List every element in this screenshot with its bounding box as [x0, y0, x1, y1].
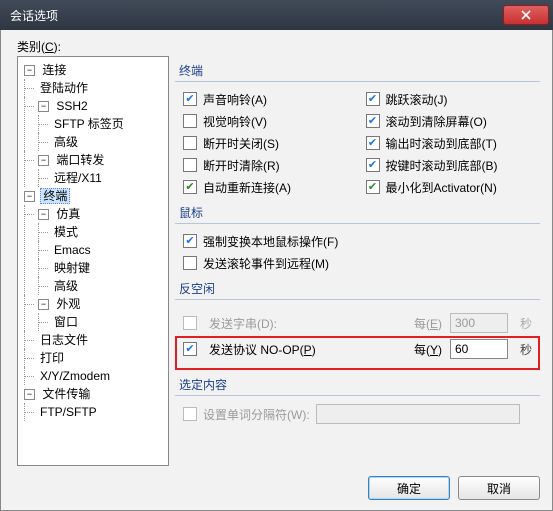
label-send-string: 发送字串(D): [209, 315, 277, 332]
tree-toggle[interactable]: − [38, 209, 49, 220]
checkbox-close-on-disconnect[interactable] [183, 136, 197, 150]
settings-panel: 终端 声音响铃(A) 视觉响铃(V) 断开时关闭(S) 断开时清除(R) 自动重… [175, 56, 540, 464]
label-minimize-activator: 最小化到Activator(N) [386, 179, 497, 196]
label-send-wheel-remote: 发送滚轮事件到远程(M) [203, 255, 329, 272]
tree-item-window[interactable]: 窗口 [52, 315, 80, 329]
checkbox-clear-on-disconnect[interactable] [183, 158, 197, 172]
category-label: 类别(C): [17, 38, 61, 55]
checkbox-minimize-activator[interactable] [366, 180, 380, 194]
tree-item-login-action[interactable]: 登陆动作 [38, 81, 90, 95]
unit-seconds: 秒 [520, 341, 532, 358]
group-selection-title: 选定内容 [179, 376, 540, 393]
group-anti-idle-title: 反空闲 [179, 280, 540, 297]
input-noop-interval[interactable] [450, 339, 508, 359]
label-every-e: 每(E) [414, 315, 442, 332]
cancel-button[interactable]: 取消 [458, 476, 540, 500]
ok-button[interactable]: 确定 [368, 476, 450, 500]
divider [175, 81, 540, 82]
tree-item-print[interactable]: 打印 [38, 351, 66, 365]
unit-seconds: 秒 [520, 315, 532, 332]
title-bar: 会话选项 [0, 0, 553, 30]
tree-toggle[interactable]: − [24, 191, 35, 202]
tree-item-port-forward[interactable]: 端口转发 [54, 153, 106, 167]
label-clear-on-disconnect: 断开时清除(R) [203, 157, 280, 174]
tree-toggle[interactable]: − [38, 155, 49, 166]
divider [175, 223, 540, 224]
tree-item-logfile[interactable]: 日志文件 [38, 333, 90, 347]
checkbox-send-wheel-remote[interactable] [183, 256, 197, 270]
tree-item-ftp-sftp[interactable]: FTP/SFTP [38, 405, 99, 419]
tree-item-keymap[interactable]: 映射键 [52, 261, 92, 275]
tree-item-mode[interactable]: 模式 [52, 225, 80, 239]
tree-item-remote-x11[interactable]: 远程/X11 [52, 171, 104, 185]
label-scroll-bottom-key: 按键时滚动到底部(B) [386, 157, 498, 174]
anti-idle-section: 发送字串(D): 每(E) 秒 发送协议 NO-OP(P) 每(Y) 秒 [175, 306, 540, 370]
checkbox-scroll-bottom-key[interactable] [366, 158, 380, 172]
label-visual-bell: 视觉响铃(V) [203, 113, 267, 130]
checkbox-jump-scroll[interactable] [366, 92, 380, 106]
label-every-y: 每(Y) [414, 341, 442, 358]
tree-item-emacs[interactable]: Emacs [52, 243, 93, 257]
divider [175, 299, 540, 300]
checkbox-clear-scrollback[interactable] [366, 114, 380, 128]
tree-item-emulation[interactable]: 仿真 [54, 207, 82, 221]
label-close-on-disconnect: 断开时关闭(S) [203, 135, 279, 152]
checkbox-force-local-mouse[interactable] [183, 234, 197, 248]
tree-toggle[interactable]: − [24, 389, 35, 400]
tree-item-connection[interactable]: 连接 [40, 63, 68, 77]
tree-item-xyzmodem[interactable]: X/Y/Zmodem [38, 369, 112, 383]
input-word-delimiters [316, 404, 520, 424]
tree-toggle[interactable]: − [38, 299, 49, 310]
checkbox-word-delimiters[interactable] [183, 407, 197, 421]
checkbox-auto-reconnect[interactable] [183, 180, 197, 194]
tree-item-appearance[interactable]: 外观 [54, 297, 82, 311]
category-tree[interactable]: − 连接 登陆动作 − SSH2 SFTP 标签页 高级 − 端口转发 [17, 56, 169, 466]
tree-item-file-transfer[interactable]: 文件传输 [40, 387, 92, 401]
checkbox-audio-bell[interactable] [183, 92, 197, 106]
label-word-delimiters: 设置单词分隔符(W): [203, 406, 310, 423]
label-scroll-bottom-output: 输出时滚动到底部(T) [386, 135, 497, 152]
tree-item-ssh2[interactable]: SSH2 [54, 99, 89, 113]
label-force-local-mouse: 强制变换本地鼠标操作(F) [203, 233, 338, 250]
checkbox-scroll-bottom-output[interactable] [366, 136, 380, 150]
checkbox-visual-bell[interactable] [183, 114, 197, 128]
tree-item-terminal[interactable]: 终端 [40, 188, 70, 204]
tree-item-advanced[interactable]: 高级 [52, 279, 80, 293]
label-audio-bell: 声音响铃(A) [203, 91, 267, 108]
input-send-string-interval [450, 313, 508, 333]
checkbox-send-string[interactable] [183, 316, 197, 330]
divider [175, 395, 540, 396]
dialog-body: 类别(C): − 连接 登陆动作 − SSH2 SFTP 标签页 高级 [0, 30, 553, 511]
label-jump-scroll: 跳跃滚动(J) [386, 91, 448, 108]
group-mouse-title: 鼠标 [179, 204, 540, 221]
group-terminal-title: 终端 [179, 62, 540, 79]
label-clear-scrollback: 滚动到清除屏幕(O) [386, 113, 487, 130]
close-icon [521, 10, 531, 20]
dialog-footer: 确定 取消 [368, 476, 540, 500]
tree-toggle[interactable]: − [24, 65, 35, 76]
terminal-options: 声音响铃(A) 视觉响铃(V) 断开时关闭(S) 断开时清除(R) 自动重新连接… [175, 88, 540, 198]
label-send-noop: 发送协议 NO-OP(P) [209, 341, 316, 358]
label-auto-reconnect: 自动重新连接(A) [203, 179, 291, 196]
checkbox-send-noop[interactable] [183, 342, 197, 356]
window-title: 会话选项 [10, 7, 503, 24]
tree-item-sftp-tab[interactable]: SFTP 标签页 [52, 117, 126, 131]
tree-item-advanced[interactable]: 高级 [52, 135, 80, 149]
close-button[interactable] [503, 5, 549, 25]
tree-toggle[interactable]: − [38, 101, 49, 112]
